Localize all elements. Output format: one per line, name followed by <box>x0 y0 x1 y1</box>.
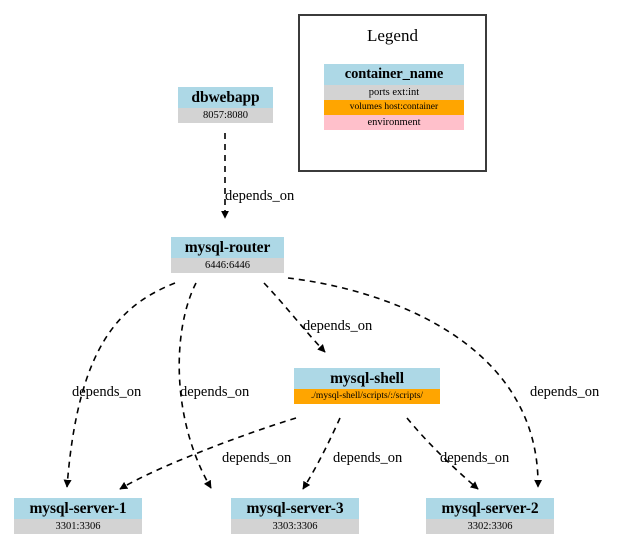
node-mysql-server-3-ports: 3303:3306 <box>231 519 359 534</box>
node-mysql-shell-container-name: mysql-shell <box>294 368 440 389</box>
legend-row-ports: ports ext:int <box>324 85 464 100</box>
edge-label-router-shell: depends_on <box>303 318 373 334</box>
node-dbwebapp-ports: 8057:8080 <box>178 108 273 123</box>
node-mysql-server-2-container-name: mysql-server-2 <box>426 498 554 519</box>
node-dbwebapp-container-name: dbwebapp <box>178 87 273 108</box>
legend-row-volumes: volumes host:container <box>324 100 464 115</box>
node-mysql-router[interactable]: mysql-router 6446:6446 <box>171 237 284 273</box>
node-mysql-shell-volumes: ./mysql-shell/scripts/:/scripts/ <box>294 389 440 404</box>
node-mysql-router-ports: 6446:6446 <box>171 258 284 273</box>
edge-label-router-server3: depends_on <box>180 384 250 400</box>
legend-panel: Legend container_name ports ext:int volu… <box>298 14 487 172</box>
legend-rows: container_name ports ext:int volumes hos… <box>324 64 464 130</box>
node-mysql-server-1-ports: 3301:3306 <box>14 519 142 534</box>
node-mysql-server-3-container-name: mysql-server-3 <box>231 498 359 519</box>
edge-label-shell-server3: depends_on <box>333 450 403 466</box>
node-mysql-shell[interactable]: mysql-shell ./mysql-shell/scripts/:/scri… <box>294 368 440 404</box>
node-mysql-server-2-ports: 3302:3306 <box>426 519 554 534</box>
node-mysql-router-container-name: mysql-router <box>171 237 284 258</box>
edge-label-dbwebapp-mysql-router: depends_on <box>225 188 295 204</box>
node-mysql-server-1-container-name: mysql-server-1 <box>14 498 142 519</box>
edge-label-router-server1: depends_on <box>72 384 142 400</box>
node-mysql-server-3[interactable]: mysql-server-3 3303:3306 <box>231 498 359 534</box>
legend-title: Legend <box>367 26 418 45</box>
edge-label-router-server2: depends_on <box>530 384 600 400</box>
node-dbwebapp[interactable]: dbwebapp 8057:8080 <box>178 87 273 123</box>
node-mysql-server-1[interactable]: mysql-server-1 3301:3306 <box>14 498 142 534</box>
legend-row-environment: environment <box>324 115 464 130</box>
edge-label-shell-server2: depends_on <box>440 450 510 466</box>
node-mysql-server-2[interactable]: mysql-server-2 3302:3306 <box>426 498 554 534</box>
edge-label-shell-server1: depends_on <box>222 450 292 466</box>
legend-row-container-name: container_name <box>324 64 464 85</box>
